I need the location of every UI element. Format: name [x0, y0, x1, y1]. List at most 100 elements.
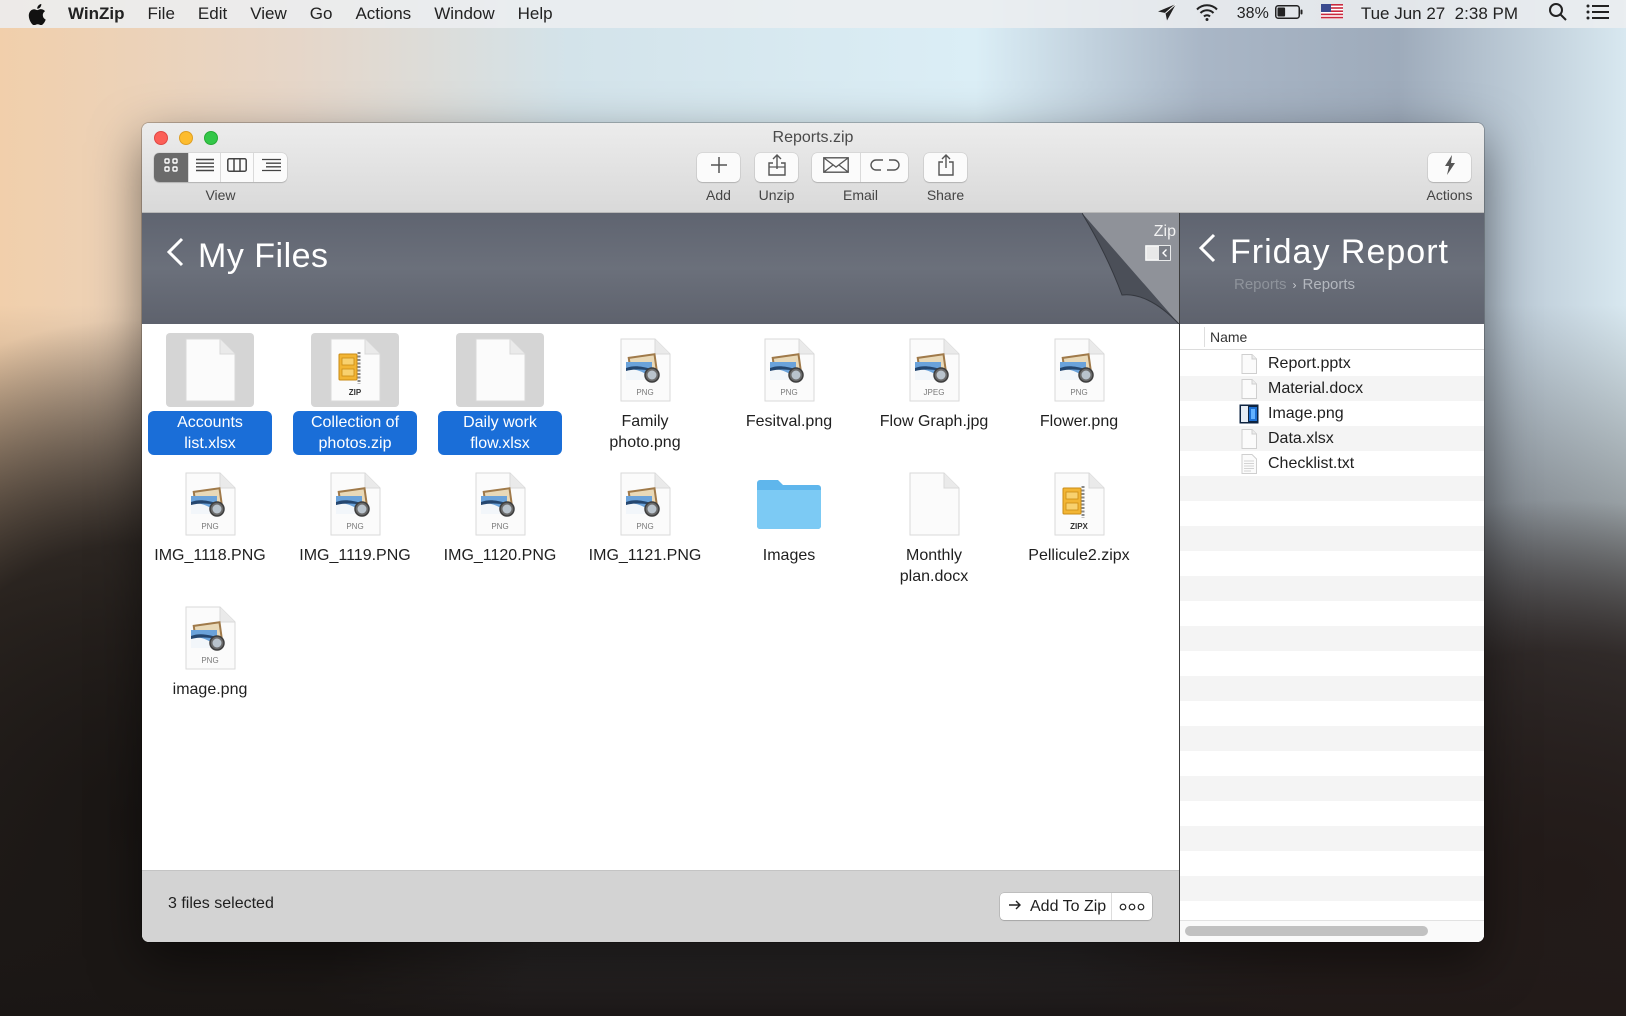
file-item[interactable]: PNG Fesitval.png	[724, 333, 854, 432]
svg-text:PNG: PNG	[346, 522, 363, 531]
file-name: IMG_1120.PNG	[443, 547, 557, 564]
svg-text:ZIP: ZIP	[349, 388, 362, 397]
svg-text:PNG: PNG	[491, 522, 508, 531]
file-name: Flow Graph.jpg	[879, 413, 989, 430]
zip-file-row[interactable]: Report.pptx	[1180, 351, 1484, 376]
pane-divider[interactable]	[1179, 213, 1180, 942]
battery-percent[interactable]: 38%	[1237, 5, 1269, 23]
clock[interactable]: Tue Jun 27 2:38 PM	[1361, 4, 1518, 24]
text-file-icon	[1237, 453, 1261, 474]
chevron-left-icon	[166, 237, 198, 276]
breadcrumb: Reports › Reports	[1234, 276, 1355, 293]
file-item[interactable]: JPEG Flow Graph.jpg	[869, 333, 999, 432]
view-mode-segmented-control	[154, 153, 287, 182]
menu-window[interactable]: Window	[434, 4, 494, 24]
image-file-icon: PNG	[456, 467, 544, 541]
right-pane-title: Friday Report	[1230, 233, 1449, 271]
share-button[interactable]	[924, 153, 967, 182]
breadcrumb-separator-icon: ›	[1292, 277, 1297, 292]
us-flag-icon[interactable]	[1320, 4, 1343, 24]
menu-help[interactable]: Help	[518, 4, 553, 24]
envelope-icon	[823, 157, 849, 178]
wifi-icon[interactable]	[1195, 3, 1219, 26]
file-item[interactable]: ZIP Collection of photos.zip	[290, 333, 420, 455]
battery-icon[interactable]	[1274, 4, 1303, 24]
column-separator	[1204, 327, 1205, 347]
icon-view-button[interactable]	[154, 153, 189, 182]
svg-text:PNG: PNG	[201, 656, 218, 665]
svg-text:PNG: PNG	[636, 522, 653, 531]
zip-file-row[interactable]: Checklist.txt	[1180, 451, 1484, 476]
friday-report-back-button[interactable]: Friday Report	[1198, 233, 1449, 272]
unzip-button[interactable]	[755, 153, 798, 182]
zip-file-row[interactable]: Image.png	[1180, 401, 1484, 426]
apple-menu-icon[interactable]	[26, 3, 48, 25]
menu-actions[interactable]: Actions	[355, 4, 411, 24]
image-file-icon: JPEG	[890, 333, 978, 407]
menu-file[interactable]: File	[148, 4, 175, 24]
file-name: IMG_1119.PNG	[299, 547, 411, 564]
file-name: Fesitval.png	[745, 413, 833, 430]
file-name: Family photo.png	[609, 413, 681, 451]
menu-go[interactable]: Go	[310, 4, 333, 24]
column-view-button[interactable]	[221, 153, 254, 182]
empty-row	[1180, 651, 1484, 676]
zip-tab-label: Zip	[1153, 223, 1176, 240]
file-item[interactable]: Daily work flow.xlsx	[435, 333, 565, 455]
file-item[interactable]: Accounts list.xlsx	[145, 333, 275, 455]
zip-contents-panel: Name Report.pptx Material.docx Image.png Da…	[1180, 324, 1484, 942]
view-label: View	[205, 187, 236, 203]
add-to-zip-control: Add To Zip	[1000, 893, 1152, 920]
menu-view[interactable]: View	[250, 4, 287, 24]
notification-center-icon[interactable]	[1586, 3, 1610, 26]
plus-icon	[710, 156, 728, 179]
file-item[interactable]: PNG IMG_1118.PNG	[145, 467, 275, 566]
svg-text:PNG: PNG	[1070, 388, 1087, 397]
empty-row	[1180, 551, 1484, 576]
add-button[interactable]	[697, 153, 740, 182]
zip-file-row[interactable]: Material.docx	[1180, 376, 1484, 401]
menu-app-name[interactable]: WinZip	[68, 4, 125, 24]
toolbar: Reports.zip View Add Unzip Email Share A…	[142, 123, 1484, 213]
document-icon	[1237, 353, 1261, 374]
my-files-back-button[interactable]: My Files	[166, 237, 329, 276]
email-link-button[interactable]	[861, 153, 908, 182]
file-item[interactable]: Images	[724, 467, 854, 566]
outline-view-button[interactable]	[254, 153, 287, 182]
scrollbar-thumb[interactable]	[1185, 926, 1428, 936]
spotlight-search-icon[interactable]	[1548, 2, 1568, 27]
empty-row	[1180, 701, 1484, 726]
actions-button[interactable]	[1428, 153, 1471, 182]
file-item[interactable]: Monthly plan.docx	[869, 467, 999, 587]
file-item[interactable]: PNG IMG_1121.PNG	[580, 467, 710, 566]
zip-file-name: Image.png	[1268, 404, 1344, 422]
menu-bar: WinZip File Edit View Go Actions Window …	[0, 0, 1626, 28]
document-icon	[1237, 428, 1261, 449]
horizontal-scrollbar[interactable]	[1180, 920, 1484, 942]
image-file-icon: PNG	[166, 601, 254, 675]
name-column-header[interactable]: Name	[1210, 329, 1247, 345]
file-item[interactable]: PNG Family photo.png	[580, 333, 710, 453]
file-item[interactable]: PNG image.png	[145, 601, 275, 700]
email-attachment-button[interactable]	[812, 153, 861, 182]
image-file-icon	[1237, 404, 1261, 424]
image-file-icon: PNG	[311, 467, 399, 541]
zip-file-list: Report.pptx Material.docx Image.png Data.xl…	[1180, 351, 1484, 901]
file-item[interactable]: ZIPX Pellicule2.zipx	[1014, 467, 1144, 566]
location-arrow-icon[interactable]	[1157, 3, 1177, 26]
more-options-button[interactable]	[1112, 898, 1152, 916]
image-file-icon: PNG	[1035, 333, 1123, 407]
icon-grid-icon	[164, 158, 178, 177]
selection-count: 3 files selected	[168, 895, 274, 912]
add-to-zip-button[interactable]: Add To Zip	[1030, 893, 1113, 920]
file-item[interactable]: PNG IMG_1120.PNG	[435, 467, 565, 566]
menu-edit[interactable]: Edit	[198, 4, 227, 24]
zip-file-row[interactable]: Data.xlsx	[1180, 426, 1484, 451]
file-item[interactable]: PNG Flower.png	[1014, 333, 1144, 432]
actions-label: Actions	[1426, 187, 1473, 203]
breadcrumb-item[interactable]: Reports	[1234, 276, 1287, 293]
breadcrumb-item[interactable]: Reports	[1303, 276, 1356, 293]
list-view-button[interactable]	[189, 153, 221, 182]
file-item[interactable]: PNG IMG_1119.PNG	[290, 467, 420, 566]
zip-panel-toggle-icon[interactable]	[1145, 245, 1171, 266]
